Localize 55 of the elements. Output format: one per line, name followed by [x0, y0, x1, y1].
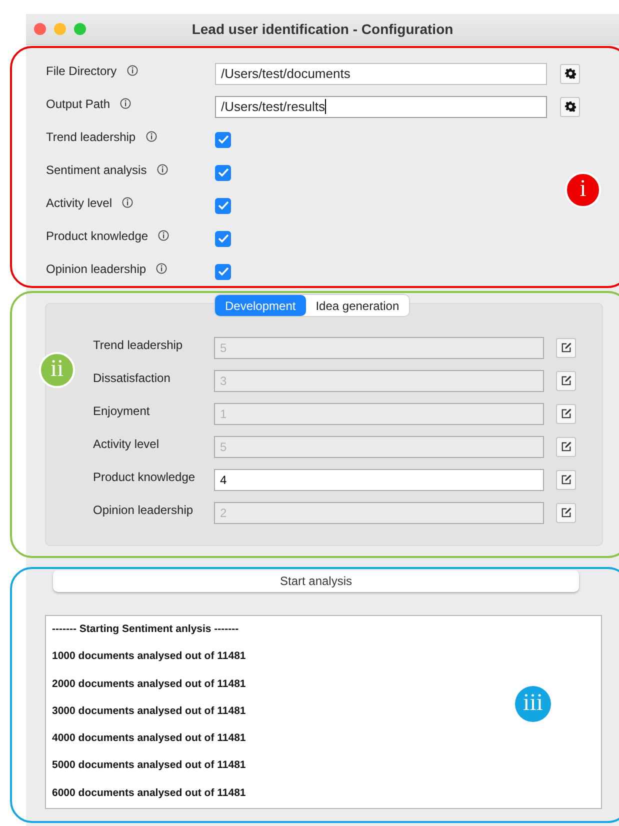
info-icon[interactable] [156, 263, 168, 274]
field-label: Trend leadership [46, 130, 136, 144]
log-line: ------- Starting Sentiment anlysis ------- [52, 622, 239, 637]
log-line: 1000 documents analysed out of 11481 [52, 649, 246, 664]
field-label: File Directory [46, 64, 117, 78]
log-line: 5000 documents analysed out of 11481 [52, 758, 246, 774]
path-field[interactable]: /Users/test/documents [215, 62, 547, 84]
callout-badge: i [565, 172, 601, 208]
start-analysis-button[interactable]: Start analysis [53, 570, 579, 592]
edit-icon [560, 474, 572, 485]
log-line: 2000 documents analysed out of 11481 [52, 676, 246, 692]
edit-button[interactable] [556, 502, 576, 522]
gear-icon [564, 68, 576, 79]
field-label: Activity level [93, 436, 160, 450]
edit-icon [560, 375, 572, 386]
edit-button[interactable] [556, 470, 576, 490]
field-label: Dissatisfaction [93, 370, 170, 384]
field-label: Opinion leadership [46, 262, 146, 276]
field-label: Output Path [46, 96, 110, 110]
info-icon[interactable] [122, 197, 134, 208]
checkbox[interactable] [215, 132, 231, 148]
info-icon[interactable] [156, 164, 168, 175]
path-field[interactable]: /Users/test/results [215, 96, 547, 118]
checkbox[interactable] [215, 198, 231, 214]
settings-button[interactable] [560, 96, 580, 116]
field-label: Product knowledge [46, 228, 148, 242]
field-label: Sentiment analysis [46, 162, 147, 176]
checkbox[interactable] [215, 264, 231, 280]
field-label: Opinion leadership [93, 502, 194, 516]
info-icon[interactable] [120, 98, 132, 109]
field-label: Trend leadership [93, 338, 183, 352]
edit-button[interactable] [556, 338, 576, 358]
field-label: Activity level [46, 196, 112, 210]
edit-icon [560, 441, 572, 452]
log-line: 6000 documents analysed out of 11481 [52, 786, 246, 801]
checkbox[interactable] [215, 230, 231, 246]
edit-icon [560, 507, 572, 518]
value-field[interactable]: 4 [214, 468, 544, 490]
field-label: Product knowledge [93, 470, 196, 484]
checkbox[interactable] [215, 164, 231, 180]
settings-button[interactable] [560, 64, 580, 84]
log-line: 4000 documents analysed out of 11481 [52, 731, 246, 746]
log-line: 3000 documents analysed out of 11481 [52, 704, 246, 719]
edit-button[interactable] [556, 436, 576, 456]
edit-button[interactable] [556, 404, 576, 424]
edit-icon [560, 408, 572, 419]
edit-button[interactable] [556, 370, 576, 390]
field-label: Enjoyment [93, 404, 150, 418]
info-icon[interactable] [158, 230, 170, 241]
tab[interactable]: Development [215, 295, 306, 316]
window-title: Lead user identification - Configuration [192, 21, 454, 37]
info-icon[interactable] [126, 65, 138, 76]
edit-icon [560, 342, 572, 353]
info-icon[interactable] [146, 131, 157, 142]
gear-icon [564, 101, 576, 112]
